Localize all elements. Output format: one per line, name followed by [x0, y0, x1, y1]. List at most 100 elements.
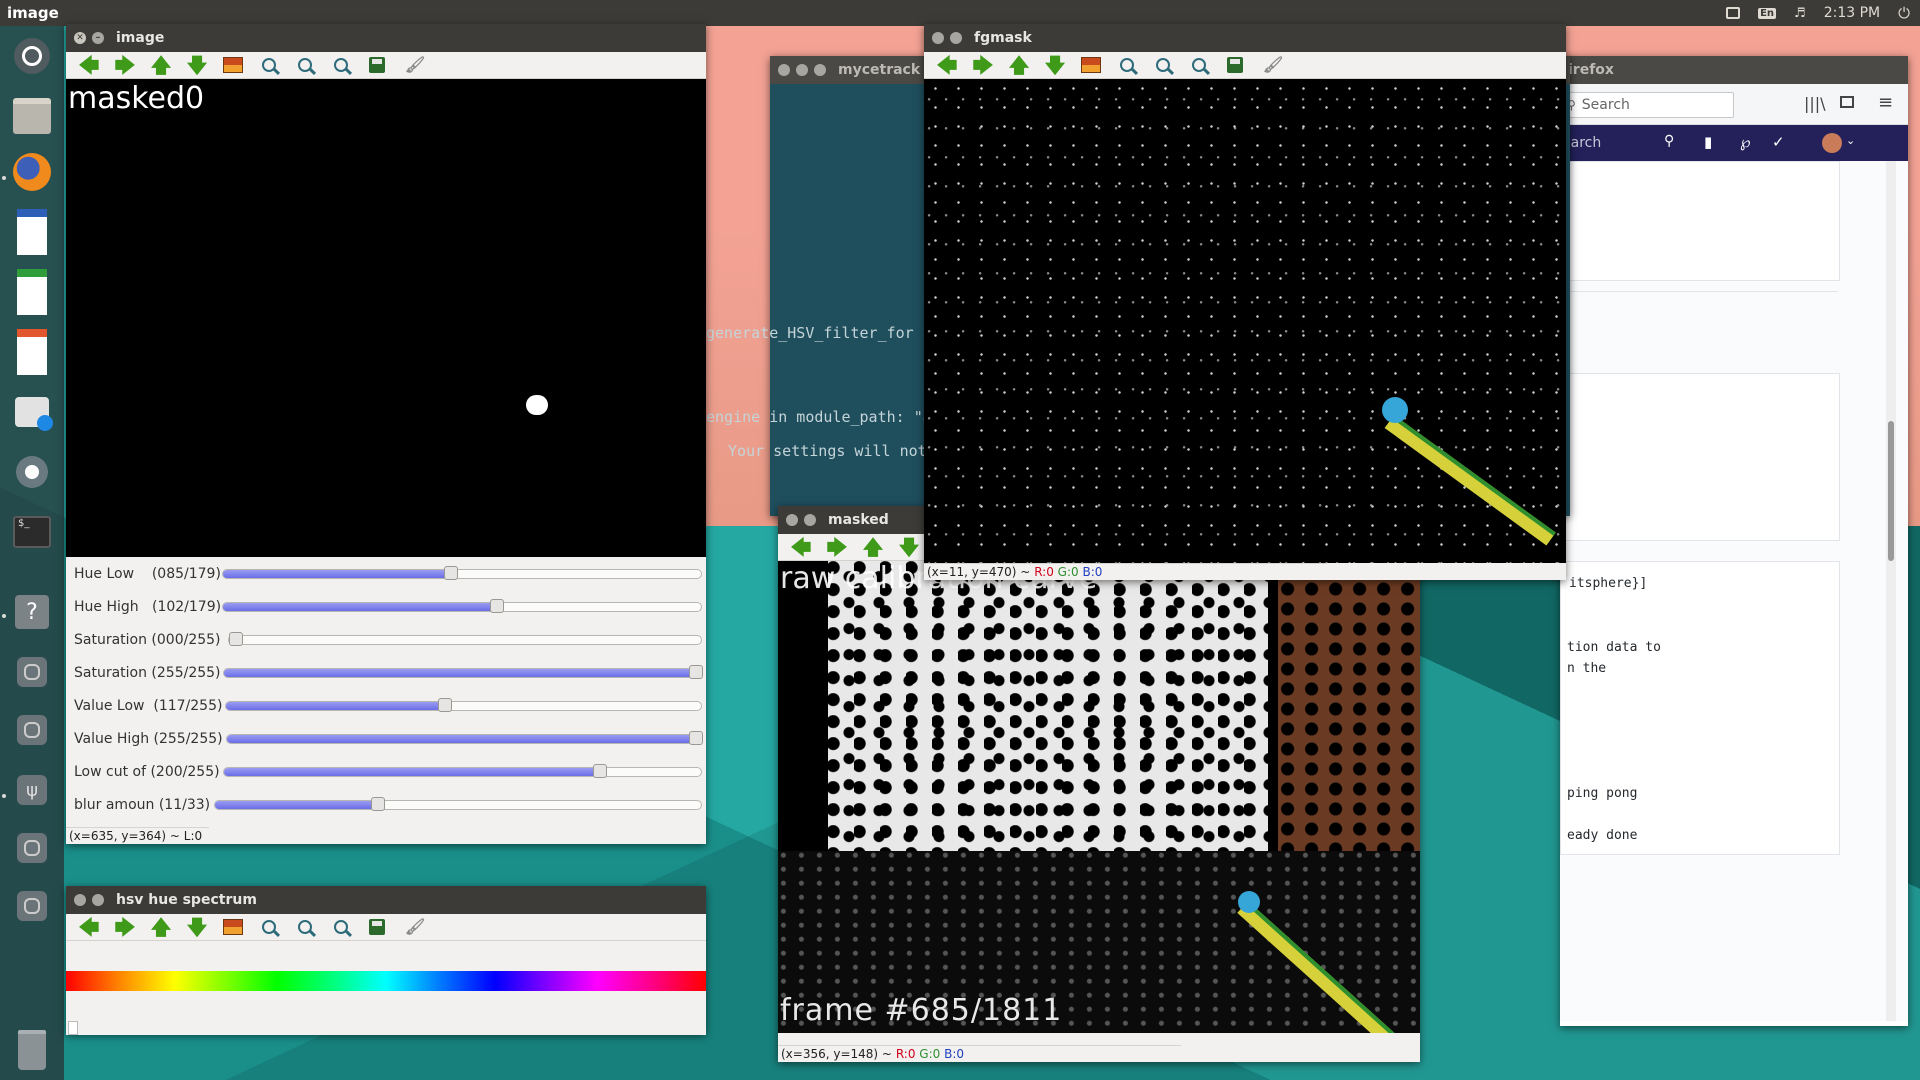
zoom-out-icon[interactable] [1186, 54, 1212, 76]
close-button[interactable] [786, 514, 798, 526]
firefox-icon[interactable] [8, 148, 56, 196]
minimize-button[interactable] [796, 64, 808, 76]
slider-track[interactable] [223, 764, 702, 778]
save-icon[interactable] [364, 54, 390, 76]
menu-icon[interactable]: ≡ [1878, 92, 1893, 113]
minimize-button[interactable] [950, 32, 962, 44]
save-icon[interactable] [364, 916, 390, 938]
arrow-down-icon[interactable]: 🡇 [184, 54, 210, 76]
arrow-right-icon[interactable]: 🡆 [112, 916, 138, 938]
zoom-fit-icon[interactable] [1114, 54, 1140, 76]
slider-track[interactable] [222, 599, 702, 613]
help-icon[interactable]: ? [8, 588, 56, 636]
image-icon[interactable] [220, 916, 246, 938]
slider-handle[interactable] [370, 797, 385, 811]
arrow-down-icon[interactable]: 🡇 [184, 916, 210, 938]
power-icon[interactable]: ⏻ [1898, 4, 1910, 22]
slider-handle[interactable] [689, 731, 703, 745]
keyboard-layout-indicator[interactable]: En [1758, 7, 1777, 19]
scrollbar-thumb[interactable] [1888, 421, 1894, 561]
arrow-up-icon[interactable]: 🡅 [1006, 54, 1032, 76]
disk-icon[interactable] [8, 706, 56, 754]
masked-canvas[interactable]: raw calibration curve frame #685/1811 [778, 561, 1420, 1033]
clock[interactable]: 2:13 PM [1824, 5, 1880, 21]
arrow-up-icon[interactable]: 🡅 [148, 916, 174, 938]
slider-handle[interactable] [443, 566, 458, 580]
fork-icon[interactable]: ℘ [1740, 133, 1750, 151]
zoom-out-icon[interactable] [328, 54, 354, 76]
zoom-in-icon[interactable] [292, 916, 318, 938]
library-icon[interactable]: |||\ [1804, 94, 1826, 113]
terminal-icon[interactable]: $_ [8, 508, 56, 556]
arrow-down-icon[interactable]: 🡇 [1042, 54, 1068, 76]
screen-icon[interactable] [1726, 7, 1741, 19]
slider-track[interactable] [225, 698, 702, 712]
arrow-up-icon[interactable]: 🡅 [148, 54, 174, 76]
software-center-icon[interactable] [8, 388, 56, 436]
slider-handle[interactable] [689, 665, 703, 679]
close-button[interactable] [778, 64, 790, 76]
search-box[interactable]: ⚲ Search [1562, 92, 1734, 118]
slider-handle[interactable] [592, 764, 607, 778]
hue-spectrum-canvas[interactable] [66, 941, 706, 1035]
slider-track[interactable] [214, 797, 702, 811]
sidebar-icon[interactable] [1840, 96, 1854, 108]
disk-icon[interactable] [8, 824, 56, 872]
minimize-button[interactable]: – [92, 32, 104, 44]
arrow-right-icon[interactable]: 🡆 [112, 54, 138, 76]
trash-icon[interactable] [8, 1026, 56, 1074]
slider-track[interactable] [222, 566, 702, 580]
scrollbar[interactable] [1886, 161, 1896, 1021]
properties-brush-icon[interactable]: 🖌 [400, 916, 426, 938]
impress-icon[interactable] [8, 328, 56, 376]
slider-handle[interactable] [229, 632, 243, 646]
image-icon[interactable] [1078, 54, 1104, 76]
hsv-titlebar[interactable]: hsv hue spectrum [66, 886, 706, 914]
minimize-button[interactable] [92, 894, 104, 906]
dash-icon[interactable] [8, 32, 56, 80]
image-titlebar[interactable]: ✕ – image [66, 24, 706, 52]
writer-icon[interactable] [8, 208, 56, 256]
fgmask-canvas[interactable] [924, 79, 1566, 563]
check-icon[interactable]: ✓ [1772, 133, 1785, 151]
minimize-button[interactable] [804, 514, 816, 526]
usb-icon[interactable]: ψ [8, 766, 56, 814]
maximize-button[interactable] [814, 64, 826, 76]
arrow-left-icon[interactable]: 🡄 [934, 54, 960, 76]
zoom-out-icon[interactable] [328, 916, 354, 938]
files-icon[interactable] [8, 92, 56, 140]
fgmask-titlebar[interactable]: fgmask [924, 24, 1566, 52]
arrow-right-icon[interactable]: 🡆 [970, 54, 996, 76]
volume-icon[interactable]: ♬ [1794, 6, 1806, 21]
arrow-left-icon[interactable]: 🡄 [788, 536, 814, 558]
disk-icon[interactable] [8, 882, 56, 930]
arrow-up-icon[interactable]: 🡅 [860, 536, 886, 558]
arrow-left-icon[interactable]: 🡄 [76, 54, 102, 76]
avatar[interactable] [1822, 133, 1842, 153]
properties-brush-icon[interactable]: 🖌 [400, 54, 426, 76]
zoom-in-icon[interactable] [1150, 54, 1176, 76]
slider-track[interactable] [223, 665, 703, 679]
zoom-fit-icon[interactable] [256, 54, 282, 76]
zoom-fit-icon[interactable] [256, 916, 282, 938]
slider-track[interactable] [228, 632, 702, 646]
settings-icon[interactable] [8, 448, 56, 496]
pullrequest-icon[interactable]: ▮ [1704, 133, 1712, 151]
slider-track[interactable] [226, 731, 703, 745]
firefox-titlebar[interactable]: irefox [1560, 56, 1908, 84]
zoom-in-icon[interactable] [292, 54, 318, 76]
arrow-down-icon[interactable]: 🡇 [896, 536, 922, 558]
chevron-down-icon[interactable]: ⌄ [1846, 134, 1855, 147]
image-canvas[interactable]: masked0 [66, 79, 706, 557]
close-button[interactable] [932, 32, 944, 44]
save-icon[interactable] [1222, 54, 1248, 76]
calc-icon[interactable] [8, 268, 56, 316]
site-search-icon[interactable]: ⚲ [1664, 133, 1674, 149]
close-button[interactable] [74, 894, 86, 906]
slider-handle[interactable] [437, 698, 452, 712]
slider-handle[interactable] [489, 599, 504, 613]
disk-icon[interactable] [8, 648, 56, 696]
close-button[interactable]: ✕ [74, 32, 86, 44]
properties-brush-icon[interactable]: 🖌 [1258, 54, 1284, 76]
arrow-right-icon[interactable]: 🡆 [824, 536, 850, 558]
